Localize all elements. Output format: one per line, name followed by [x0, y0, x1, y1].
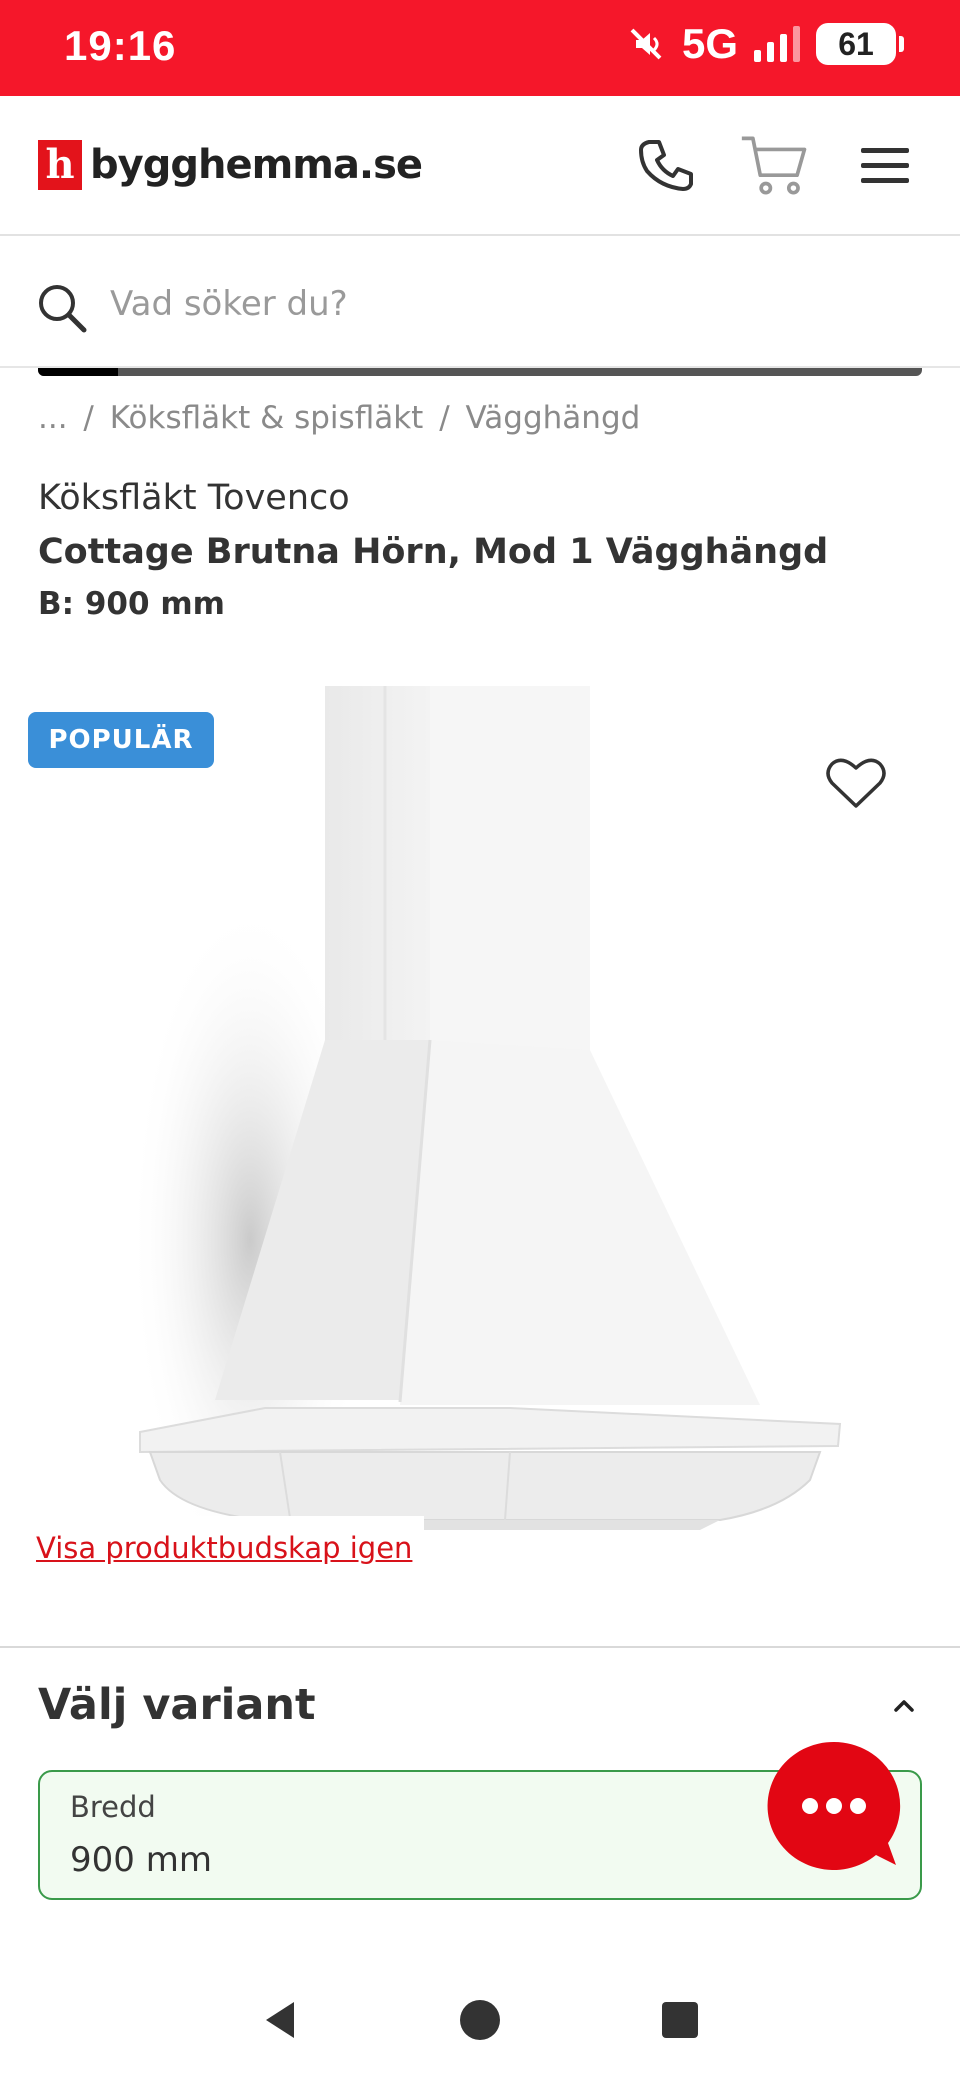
system-nav-bar [0, 1960, 960, 2080]
variant-field-label: Bredd [70, 1790, 156, 1824]
mute-icon [630, 28, 662, 60]
search-bar [0, 238, 960, 368]
search-icon [39, 285, 87, 333]
breadcrumb: ... / Köksfläkt & spisfläkt / Vägghängd [38, 400, 646, 436]
breadcrumb-item-vagghangd[interactable]: Vägghängd [466, 400, 641, 436]
cart-button[interactable] [740, 126, 810, 206]
section-divider [0, 1646, 960, 1648]
heart-icon [826, 758, 886, 808]
chat-button[interactable] [764, 1740, 904, 1884]
product-brand: Köksfläkt Tovenco [38, 478, 350, 518]
breadcrumb-separator: / [439, 400, 450, 436]
variant-heading[interactable]: Välj variant [38, 1680, 316, 1730]
menu-icon [861, 148, 909, 183]
variant-field-value: 900 mm [70, 1840, 212, 1880]
phone-button[interactable] [630, 126, 700, 206]
cart-icon [741, 136, 807, 195]
status-time: 19:16 [64, 22, 177, 69]
recents-icon[interactable] [658, 1998, 702, 2042]
variant-toggle[interactable] [890, 1696, 918, 1720]
chevron-up-icon [894, 1700, 914, 1712]
site-logo[interactable]: h bygghemma.se [38, 140, 423, 190]
signal-icon [754, 26, 800, 62]
breadcrumb-ellipsis[interactable]: ... [38, 400, 68, 436]
product-image[interactable] [0, 680, 960, 1640]
page-scroll-indicator [38, 368, 922, 376]
show-product-message-link[interactable]: Visa produktbudskap igen [36, 1531, 412, 1565]
logo-text: bygghemma.se [90, 142, 423, 188]
battery-icon: 61 [816, 23, 904, 65]
breadcrumb-item-koksflakt[interactable]: Köksfläkt & spisfläkt [110, 400, 424, 436]
home-icon[interactable] [458, 1998, 502, 2042]
popular-badge: POPULÄR [28, 712, 214, 768]
chat-icon [767, 1741, 901, 1870]
breadcrumb-separator: / [83, 400, 94, 436]
search-input[interactable] [110, 274, 910, 334]
product-title: Cottage Brutna Hörn, Mod 1 Vägghängd [38, 532, 829, 572]
back-icon[interactable] [258, 1998, 302, 2042]
favorite-button[interactable] [826, 756, 886, 814]
menu-button[interactable] [850, 126, 920, 206]
cooker-hood-illustration [130, 686, 842, 1580]
status-bar: 19:16 5G 61 [0, 0, 960, 96]
phone-icon [639, 140, 693, 191]
status-icons: 5G 61 [626, 20, 904, 68]
product-size: B: 900 mm [38, 586, 225, 622]
logo-mark: h [38, 140, 82, 190]
site-header: h bygghemma.se [0, 96, 960, 236]
network-type: 5G [681, 20, 738, 67]
show-product-message-again[interactable]: Visa produktbudskap igen [24, 1516, 425, 1580]
